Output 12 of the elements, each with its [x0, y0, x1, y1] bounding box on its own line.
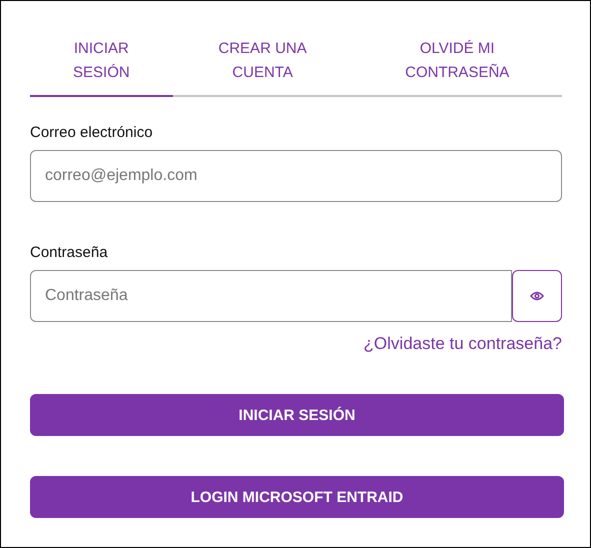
- field-label: Contraseña: [30, 244, 109, 261]
- field-label: Correo electrónico: [30, 124, 154, 141]
- show-password-button[interactable]: [512, 270, 562, 322]
- eye-icon: [530, 291, 544, 301]
- action-button[interactable]: INICIAR SESIÓN: [30, 394, 564, 436]
- action-button[interactable]: LOGIN MICROSOFT ENTRAID: [30, 476, 564, 518]
- forgot-password-link[interactable]: ¿Olvidaste tu contraseña?: [364, 334, 562, 354]
- tab[interactable]: OLVIDÉ MI CONTRASEÑA: [352, 31, 562, 97]
- email-field[interactable]: correo@ejemplo.com: [30, 150, 562, 202]
- tab[interactable]: CREAR UNA CUENTA: [172, 31, 352, 97]
- tab[interactable]: INICIAR SESIÓN: [30, 31, 173, 97]
- password-field[interactable]: Contraseña: [30, 270, 512, 322]
